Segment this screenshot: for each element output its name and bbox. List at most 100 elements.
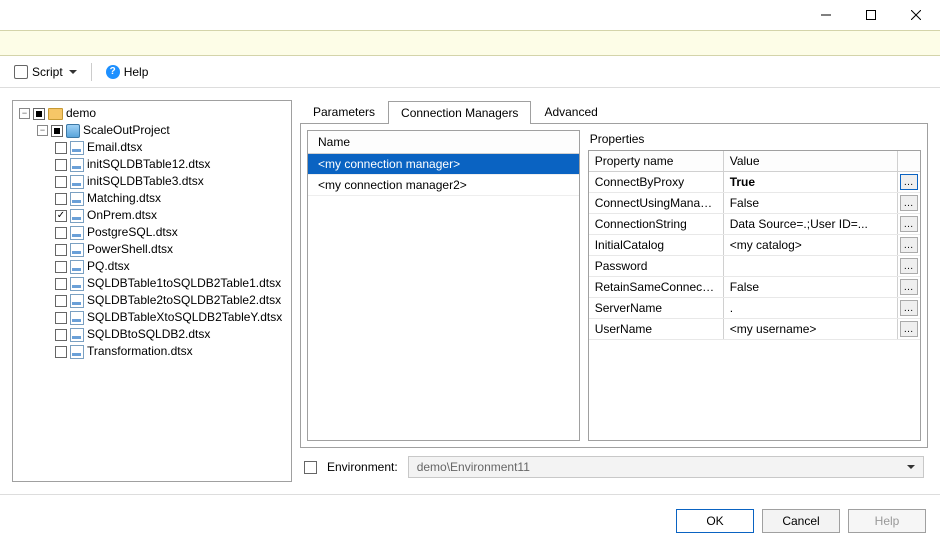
checkbox[interactable]: ✓ — [55, 210, 67, 222]
tree-package[interactable]: Transformation.dtsx — [15, 343, 289, 360]
tree-package[interactable]: initSQLDBTable3.dtsx — [15, 173, 289, 190]
help-button[interactable]: ? Help — [102, 63, 153, 81]
package-icon — [70, 226, 84, 240]
property-name: ServerName — [589, 298, 724, 318]
checkbox[interactable] — [55, 227, 67, 239]
tree-root-label: demo — [66, 105, 96, 122]
property-value[interactable]: . — [724, 298, 898, 318]
environment-checkbox[interactable] — [304, 461, 317, 474]
properties-label: Properties — [588, 130, 921, 150]
folder-icon — [48, 108, 63, 120]
checkbox[interactable] — [55, 295, 67, 307]
tree-package[interactable]: ✓ OnPrem.dtsx — [15, 207, 289, 224]
property-value[interactable] — [724, 256, 898, 276]
property-row[interactable]: RetainSameConnectionFalse… — [589, 277, 920, 298]
help-button-footer[interactable]: Help — [848, 509, 926, 533]
property-row[interactable]: UserName<my username>… — [589, 319, 920, 340]
ok-button[interactable]: OK — [676, 509, 754, 533]
tree-root[interactable]: − demo — [15, 105, 289, 122]
minimize-button[interactable] — [803, 1, 848, 29]
property-row[interactable]: ConnectByProxyTrue… — [589, 172, 920, 193]
property-value[interactable]: True — [724, 172, 898, 192]
property-row[interactable]: ConnectionStringData Source=.;User ID=..… — [589, 214, 920, 235]
property-value[interactable]: <my catalog> — [724, 235, 898, 255]
ellipsis-button[interactable]: … — [900, 237, 918, 253]
tree-package[interactable]: Matching.dtsx — [15, 190, 289, 207]
project-icon — [66, 124, 80, 138]
tree-package-label: SQLDBTable1toSQLDB2Table1.dtsx — [87, 275, 281, 292]
property-value[interactable]: False — [724, 277, 898, 297]
property-name: ConnectionString — [589, 214, 724, 234]
tree-project-label: ScaleOutProject — [83, 122, 170, 139]
connection-manager-list[interactable]: Name <my connection manager><my connecti… — [307, 130, 580, 441]
tab-parameters[interactable]: Parameters — [300, 100, 388, 123]
checkbox[interactable] — [55, 278, 67, 290]
tree-package[interactable]: SQLDBTableXtoSQLDB2TableY.dtsx — [15, 309, 289, 326]
script-button[interactable]: Script — [10, 63, 81, 81]
close-button[interactable] — [893, 1, 938, 29]
package-icon — [70, 277, 84, 291]
property-value[interactable]: <my username> — [724, 319, 898, 339]
checkbox[interactable] — [55, 244, 67, 256]
checkbox[interactable] — [55, 159, 67, 171]
property-name: RetainSameConnection — [589, 277, 724, 297]
ellipsis-button[interactable]: … — [900, 321, 918, 337]
tree-project[interactable]: − ScaleOutProject — [15, 122, 289, 139]
checkbox[interactable] — [55, 193, 67, 205]
property-name: InitialCatalog — [589, 235, 724, 255]
package-icon — [70, 158, 84, 172]
package-icon — [70, 175, 84, 189]
checkbox[interactable] — [55, 261, 67, 273]
property-name: ConnectByProxy — [589, 172, 724, 192]
cancel-button[interactable]: Cancel — [762, 509, 840, 533]
tab-advanced[interactable]: Advanced — [531, 100, 610, 123]
checkbox-indeterminate[interactable] — [51, 125, 63, 137]
checkbox-indeterminate[interactable] — [33, 108, 45, 120]
ellipsis-button[interactable]: … — [900, 258, 918, 274]
tree-package-label: Transformation.dtsx — [87, 343, 193, 360]
tree-package[interactable]: SQLDBtoSQLDB2.dtsx — [15, 326, 289, 343]
property-row[interactable]: Password… — [589, 256, 920, 277]
tab-bar: Parameters Connection Managers Advanced — [300, 100, 928, 124]
tab-connection-managers[interactable]: Connection Managers — [388, 101, 531, 124]
ellipsis-button[interactable]: … — [900, 195, 918, 211]
tree-package[interactable]: Email.dtsx — [15, 139, 289, 156]
checkbox[interactable] — [55, 346, 67, 358]
property-value[interactable]: Data Source=.;User ID=... — [724, 214, 898, 234]
chevron-down-icon — [907, 465, 915, 469]
tree-package[interactable]: initSQLDBTable12.dtsx — [15, 156, 289, 173]
tree-package[interactable]: SQLDBTable1toSQLDB2Table1.dtsx — [15, 275, 289, 292]
package-icon — [70, 192, 84, 206]
ellipsis-button[interactable]: … — [900, 300, 918, 316]
tree-package-label: PQ.dtsx — [87, 258, 130, 275]
property-row[interactable]: InitialCatalog<my catalog>… — [589, 235, 920, 256]
checkbox[interactable] — [55, 142, 67, 154]
tree-panel[interactable]: − demo − ScaleOutProject Email.dtsxinitS… — [12, 100, 292, 482]
tree-package[interactable]: PowerShell.dtsx — [15, 241, 289, 258]
property-row[interactable]: ServerName.… — [589, 298, 920, 319]
dialog-footer: OK Cancel Help — [0, 495, 940, 547]
properties-grid[interactable]: Property name Value ConnectByProxyTrue…C… — [588, 150, 921, 441]
connection-manager-item[interactable]: <my connection manager> — [308, 154, 579, 175]
property-row[interactable]: ConnectUsingManagedIdentityFalse… — [589, 193, 920, 214]
ellipsis-button[interactable]: … — [900, 279, 918, 295]
checkbox[interactable] — [55, 312, 67, 324]
ellipsis-button[interactable]: … — [900, 216, 918, 232]
expand-icon[interactable]: − — [19, 108, 30, 119]
environment-select[interactable]: demo\Environment11 — [408, 456, 924, 478]
tree-package-label: initSQLDBTable12.dtsx — [87, 156, 210, 173]
checkbox[interactable] — [55, 329, 67, 341]
tree-package[interactable]: PQ.dtsx — [15, 258, 289, 275]
package-icon — [70, 243, 84, 257]
maximize-button[interactable] — [848, 1, 893, 29]
expand-icon[interactable]: − — [37, 125, 48, 136]
property-value[interactable]: False — [724, 193, 898, 213]
connection-manager-item[interactable]: <my connection manager2> — [308, 175, 579, 196]
ellipsis-button[interactable]: … — [900, 174, 918, 190]
tree-package[interactable]: SQLDBTable2toSQLDB2Table2.dtsx — [15, 292, 289, 309]
tree-package[interactable]: PostgreSQL.dtsx — [15, 224, 289, 241]
tree-package-label: Matching.dtsx — [87, 190, 161, 207]
checkbox[interactable] — [55, 176, 67, 188]
help-icon: ? — [106, 65, 120, 79]
tree-package-label: OnPrem.dtsx — [87, 207, 157, 224]
